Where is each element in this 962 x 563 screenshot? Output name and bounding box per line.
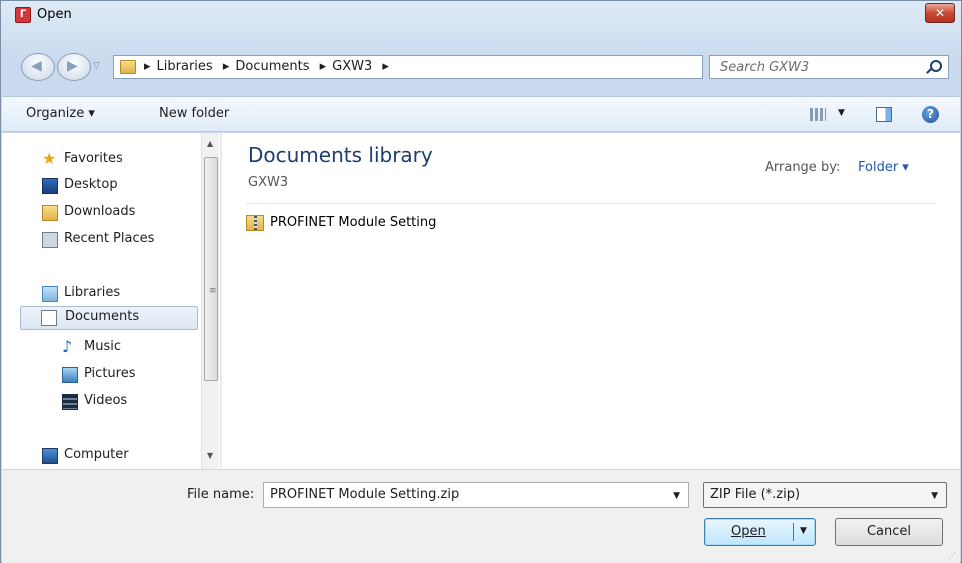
nav-computer[interactable]: Computer [42, 445, 192, 467]
nav-favorites[interactable]: ★ Favorites [42, 149, 192, 171]
zip-folder-icon [246, 215, 264, 231]
forward-icon: ▶ [67, 58, 78, 74]
recent-places-icon [42, 232, 58, 248]
file-name: PROFINET Module Setting [270, 215, 437, 230]
folder-icon [120, 60, 136, 74]
scroll-down-arrow[interactable]: ▼ [207, 451, 213, 460]
nav-pictures[interactable]: Pictures [62, 364, 192, 386]
file-type-value: ZIP File (*.zip) [710, 487, 801, 502]
views-icon[interactable] [810, 108, 826, 121]
title-bar: ᒥ Open ✕ [1, 1, 961, 29]
app-icon: ᒥ [15, 7, 31, 23]
help-icon[interactable]: ? [922, 106, 939, 123]
open-split-dropdown[interactable]: ▼ [800, 526, 807, 536]
downloads-icon [42, 205, 58, 221]
new-folder-button[interactable]: New folder [159, 106, 229, 121]
nav-scrollbar[interactable]: ▲ ≡ ▼ [201, 133, 219, 469]
file-type-dropdown-icon[interactable]: ▼ [931, 491, 938, 501]
scroll-thumb[interactable]: ≡ [204, 157, 218, 381]
nav-recent-places[interactable]: Recent Places [42, 229, 192, 251]
organize-button[interactable]: Organize ▾ [26, 106, 95, 121]
bottom-bar: File name: PROFINET Module Setting.zip ▼… [2, 469, 960, 563]
views-dropdown-icon[interactable]: ▼ [838, 108, 845, 118]
search-box[interactable]: Search GXW3 [709, 55, 949, 79]
file-name-value[interactable]: PROFINET Module Setting.zip [270, 487, 459, 502]
crumb-libraries[interactable]: Libraries [157, 59, 213, 74]
open-button-label: Open [731, 524, 766, 539]
cancel-button[interactable]: Cancel [835, 518, 943, 546]
nav-music[interactable]: ♪ Music [62, 337, 192, 359]
crumb-gxw3[interactable]: GXW3 [332, 59, 372, 74]
command-bar: Organize ▾ New folder ▼ ? [2, 96, 960, 132]
arrange-by-label: Arrange by: [765, 160, 841, 175]
navigation-pane: ★ Favorites Desktop Downloads Recent Pla… [2, 133, 220, 469]
back-button[interactable]: ◀ [21, 53, 55, 81]
nav-videos[interactable]: Videos [62, 391, 192, 413]
breadcrumb: ▸ Libraries ▸ Documents ▸ GXW3 ▸ [144, 59, 389, 74]
cancel-button-label: Cancel [866, 524, 912, 539]
search-icon[interactable] [930, 60, 942, 72]
nav-downloads[interactable]: Downloads [42, 202, 192, 224]
documents-icon [41, 310, 57, 326]
open-dialog: ᒥ Open ✕ ◀ ▶ ▽ ▸ Libraries ▸ Documents ▸ GX… [0, 0, 962, 563]
back-icon: ◀ [31, 58, 42, 74]
forward-button[interactable]: ▶ [57, 53, 91, 81]
resize-grip[interactable]: ⋰ [948, 551, 956, 560]
open-button[interactable]: Open ▼ [704, 518, 816, 546]
scroll-up-arrow[interactable]: ▲ [207, 139, 213, 148]
address-bar[interactable]: ▸Libraries ▸Documents ▸GXW3 ▸ ▼ ⇆ [113, 55, 796, 79]
crumb-documents[interactable]: Documents [235, 59, 309, 74]
divider [246, 203, 936, 204]
star-icon: ★ [42, 149, 57, 168]
library-title: Documents library [248, 143, 433, 167]
music-icon: ♪ [62, 337, 73, 356]
arrange-by-dropdown[interactable]: Folder ▾ [858, 160, 909, 175]
window-title: Open [37, 7, 72, 22]
library-subtitle: GXW3 [248, 175, 289, 190]
libraries-icon [42, 286, 58, 302]
close-button[interactable]: ✕ [925, 3, 955, 23]
file-list-pane: Documents library GXW3 Arrange by: Folde… [222, 133, 960, 469]
file-name-label: File name: [187, 487, 255, 502]
file-name-dropdown-icon[interactable]: ▼ [673, 491, 680, 501]
computer-icon [42, 448, 58, 464]
recent-pages-dropdown[interactable]: ▽ [93, 61, 100, 71]
nav-documents[interactable]: Documents [20, 306, 198, 330]
file-type-select[interactable]: ZIP File (*.zip) ▼ [703, 482, 947, 508]
pictures-icon [62, 367, 78, 383]
videos-icon [62, 394, 78, 410]
preview-pane-icon[interactable] [876, 107, 892, 122]
desktop-icon [42, 178, 58, 194]
search-input[interactable]: Search GXW3 [720, 60, 809, 75]
file-name-field[interactable]: PROFINET Module Setting.zip ▼ [263, 482, 689, 508]
nav-libraries[interactable]: Libraries [42, 283, 192, 305]
nav-desktop[interactable]: Desktop [42, 175, 192, 197]
